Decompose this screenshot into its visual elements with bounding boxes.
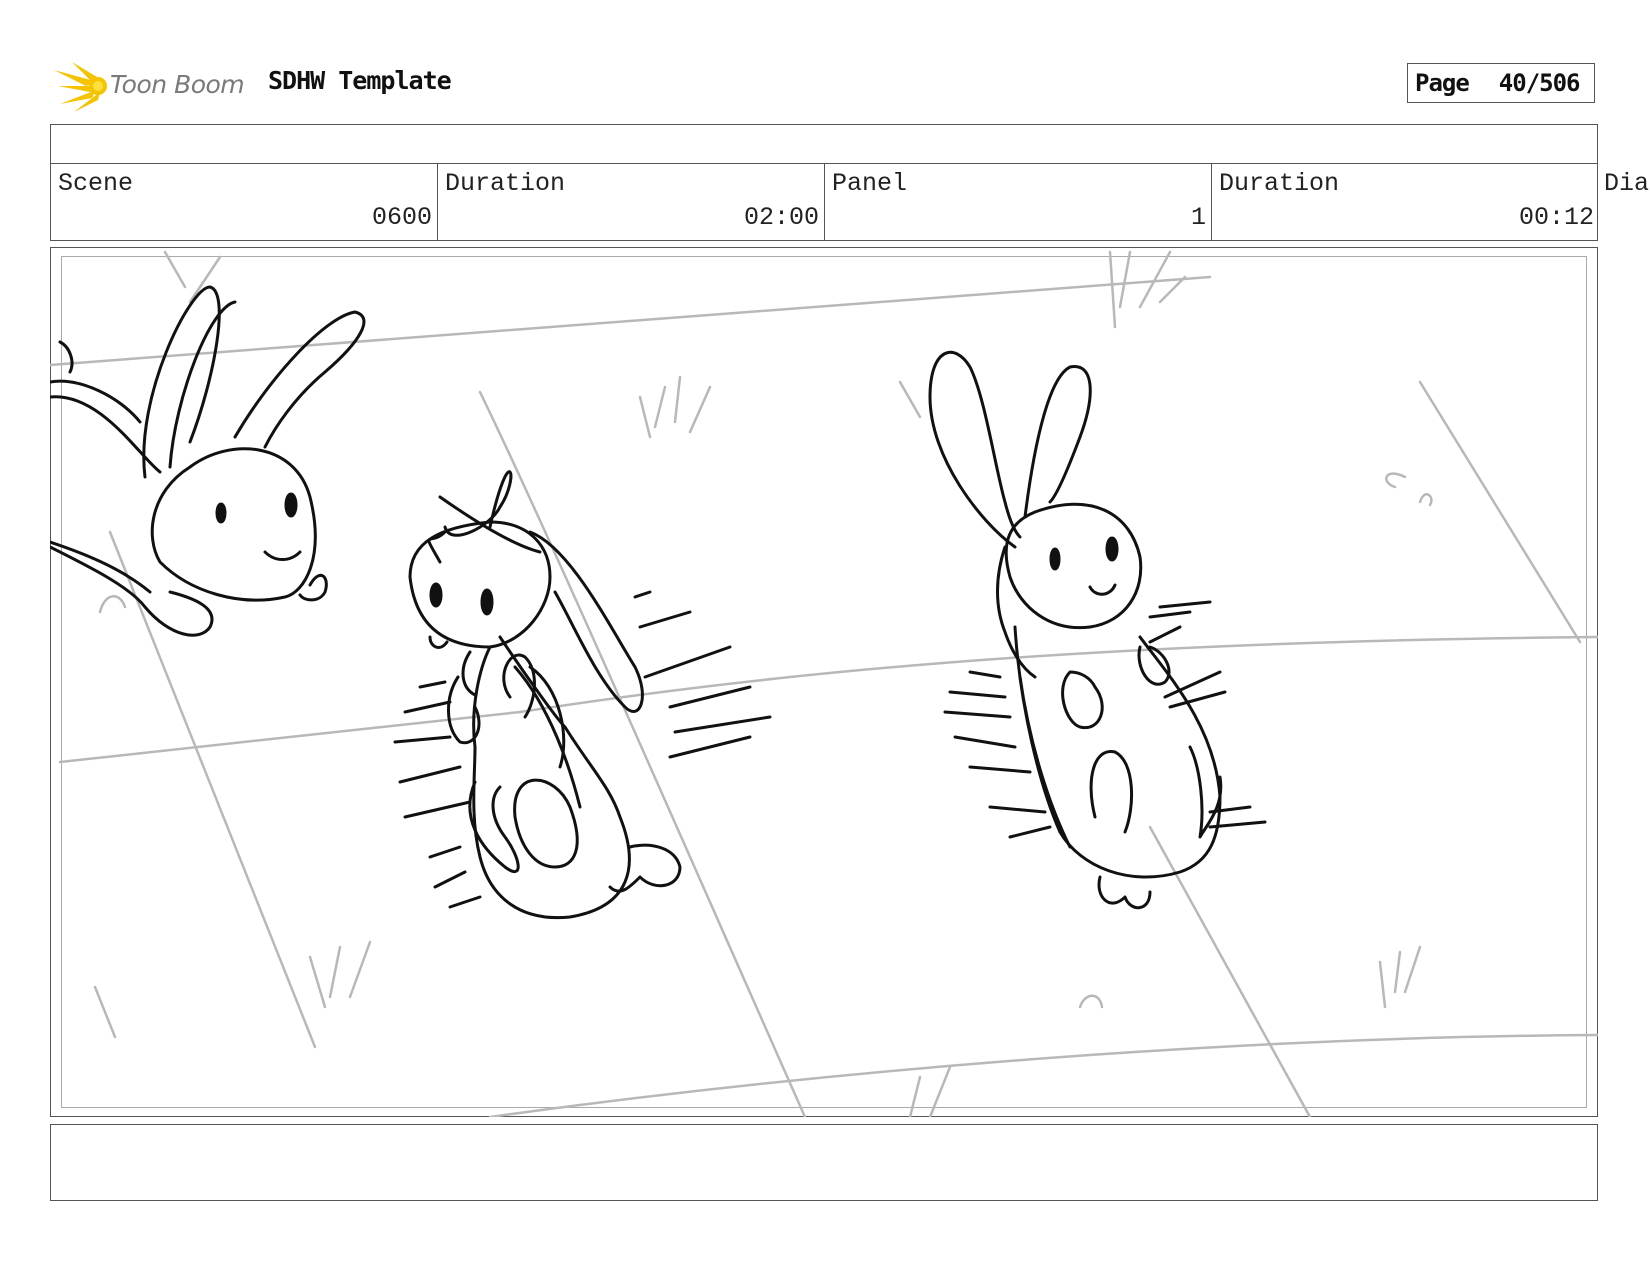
panel-cell: Panel 1 [825,163,1212,240]
scene-value: 0600 [371,203,432,232]
panel-value: 1 [1190,203,1206,232]
panel-label: Panel [832,169,908,198]
panel-duration-cell: Duration 00:12 [1212,163,1599,240]
page-label: Page [1415,69,1470,97]
panel-sketch [50,250,1598,1117]
document-title: SDHW Template [268,66,452,95]
rabbit-right [928,350,1267,910]
panel-duration-value: 00:12 [1518,203,1594,232]
top-info-strip [50,124,1598,164]
scene-cell: Scene 0600 [51,163,438,240]
scene-duration-label: Duration [445,169,566,198]
panel-notes-box [50,1124,1598,1201]
panel-duration-label: Duration [1219,169,1340,198]
info-row: Scene 0600 Duration 02:00 Panel 1 Durati… [50,163,1598,241]
rabbit-left [50,285,366,637]
dialogue-label: Dia [1604,169,1650,198]
page-indicator: Page 40/506 [1407,63,1595,103]
scene-duration-value: 02:00 [743,203,819,232]
scene-label: Scene [58,169,134,198]
page-number: 40/506 [1498,69,1581,97]
brand-name: Toon Boom [110,70,245,99]
rabbit-middle [393,470,772,920]
scene-duration-cell: Duration 02:00 [438,163,825,240]
ground-guides [50,250,1598,1117]
